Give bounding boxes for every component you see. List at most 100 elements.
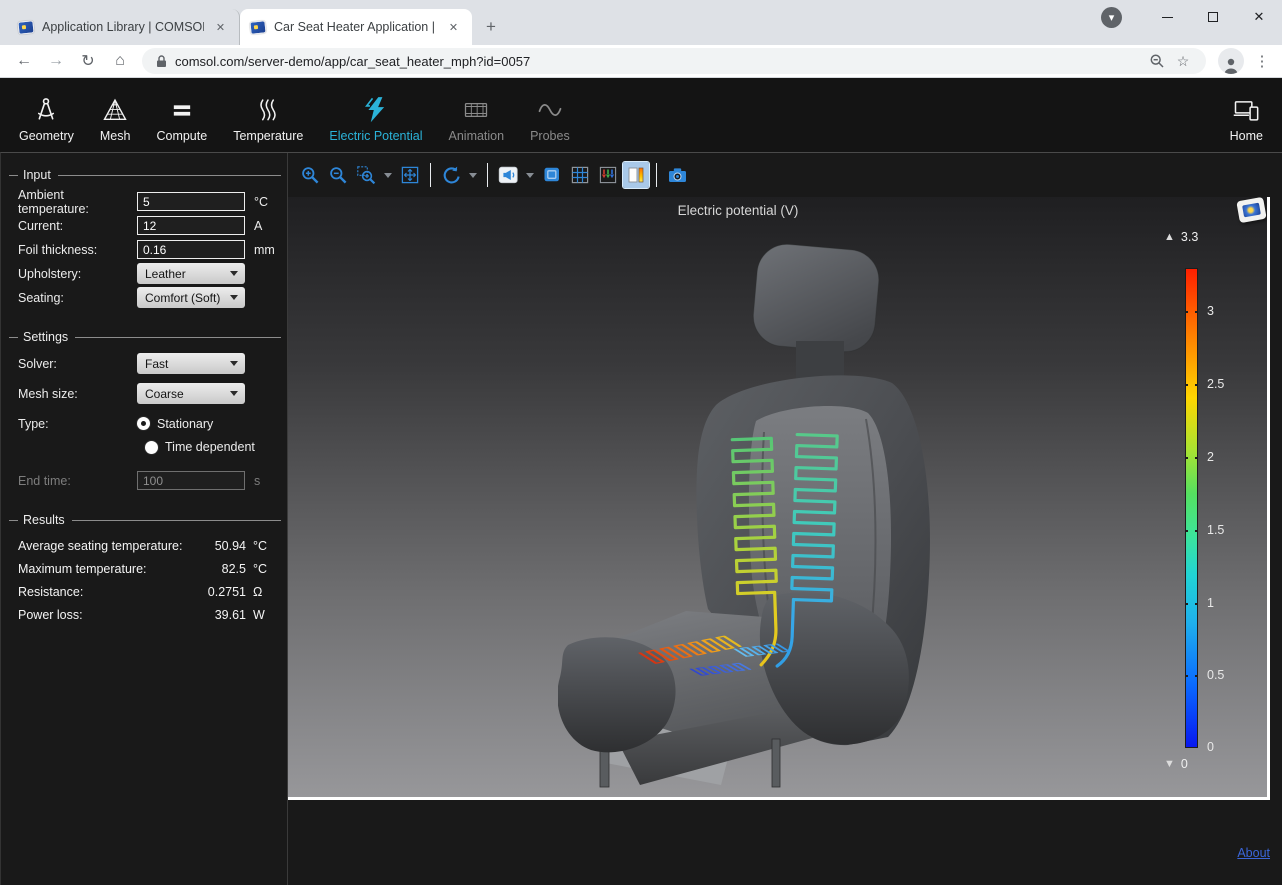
settings-section-title: Settings <box>9 330 281 344</box>
comsol-logo-button[interactable] <box>1236 197 1266 223</box>
browser-update-icon[interactable]: ▾ <box>1101 7 1122 28</box>
ribbon-home-button[interactable]: Home <box>1217 78 1276 152</box>
browser-address-bar: ← → ↻ ⌂ comsol.com/server-demo/app/car_s… <box>0 45 1282 78</box>
solver-row: Solver: Fast <box>18 352 279 375</box>
mesh-size-select[interactable]: Coarse <box>137 383 245 404</box>
legend-max-value: 3.3 <box>1181 230 1198 244</box>
field-label: Mesh size: <box>18 387 137 401</box>
url-text[interactable]: comsol.com/server-demo/app/car_seat_heat… <box>175 54 1144 69</box>
tab-application-library[interactable]: Application Library | COMSOL Se ✕ <box>8 9 240 45</box>
ribbon-electric-potential-button[interactable]: Electric Potential <box>316 78 435 152</box>
comsol-favicon-icon <box>249 20 266 35</box>
legend-tick: 1.5 <box>1207 523 1224 537</box>
profile-avatar[interactable] <box>1218 48 1244 74</box>
results-section-title: Results <box>9 513 281 527</box>
chevron-down-icon <box>230 391 238 396</box>
toolbar-separator <box>656 163 657 187</box>
solver-select[interactable]: Fast <box>137 353 245 374</box>
legend-min: ▼ 0 <box>1164 757 1188 771</box>
select-value: Coarse <box>145 387 184 401</box>
ribbon-compute-button[interactable]: Compute <box>143 78 220 152</box>
back-icon[interactable]: ← <box>10 47 38 75</box>
tab-close-icon[interactable]: ✕ <box>212 19 229 36</box>
select-value: Fast <box>145 357 168 371</box>
electric-potential-bolt-icon <box>361 93 391 127</box>
ribbon-mesh-button[interactable]: Mesh <box>87 78 144 152</box>
ribbon-animation-button: Animation <box>436 78 518 152</box>
plot-canvas-3d-view[interactable]: Electric potential (V) <box>288 197 1270 800</box>
transparency-button[interactable] <box>539 162 565 188</box>
field-label: Foil thickness: <box>18 243 137 257</box>
scene-light-dropdown-icon[interactable] <box>526 173 534 178</box>
foil-thickness-input[interactable] <box>137 240 245 259</box>
url-omnibox[interactable]: comsol.com/server-demo/app/car_seat_heat… <box>142 48 1206 74</box>
browser-home-icon[interactable]: ⌂ <box>106 47 134 75</box>
tab-car-seat-heater[interactable]: Car Seat Heater Application | CO ✕ <box>240 9 472 45</box>
field-label: Current: <box>18 219 137 233</box>
seating-select[interactable]: Comfort (Soft) <box>137 287 245 308</box>
geometry-icon <box>31 93 61 127</box>
result-unit: °C <box>253 562 279 576</box>
reload-icon[interactable]: ↻ <box>74 47 102 75</box>
ribbon-temperature-button[interactable]: Temperature <box>220 78 316 152</box>
zoom-box-dropdown-icon[interactable] <box>384 173 392 178</box>
legend-max-marker-icon: ▲ <box>1164 231 1175 243</box>
legend-tick: 0.5 <box>1207 668 1224 682</box>
mesh-size-row: Mesh size: Coarse <box>18 382 279 405</box>
upholstery-row: Upholstery: Leather <box>18 262 279 285</box>
new-tab-button[interactable]: + <box>478 14 504 40</box>
result-row: Maximum temperature: 82.5 °C <box>18 558 279 580</box>
field-unit: mm <box>254 243 275 257</box>
result-value: 0.2751 <box>184 585 246 599</box>
window-maximize-button[interactable] <box>1190 2 1236 32</box>
select-value: Comfort (Soft) <box>145 291 220 305</box>
seating-row: Seating: Comfort (Soft) <box>18 286 279 309</box>
scene-light-button[interactable] <box>495 162 521 188</box>
legend-tick: 1 <box>1207 596 1214 610</box>
input-section-title: Input <box>9 168 281 182</box>
image-snapshot-button[interactable] <box>664 162 690 188</box>
window-minimize-button[interactable] <box>1144 2 1190 32</box>
radio-unselected-icon[interactable] <box>145 441 158 454</box>
legend-tick: 2.5 <box>1207 377 1224 391</box>
result-unit: °C <box>253 539 279 553</box>
zoom-extents-button[interactable] <box>397 162 423 188</box>
browser-menu-icon[interactable]: ⋮ <box>1250 52 1274 70</box>
field-unit: s <box>254 474 260 488</box>
show-grid-button[interactable] <box>567 162 593 188</box>
app-content: Input Ambient temperature: °C Current: A… <box>0 152 1282 885</box>
car-seat-3d-model <box>558 237 998 797</box>
zoom-out-button[interactable] <box>325 162 351 188</box>
about-link[interactable]: About <box>1237 846 1270 860</box>
reset-view-button[interactable] <box>438 162 464 188</box>
plot-title: Electric potential (V) <box>288 203 1188 218</box>
material-color-button[interactable] <box>595 162 621 188</box>
select-value: Leather <box>145 267 186 281</box>
ribbon-geometry-button[interactable]: Geometry <box>6 78 87 152</box>
temperature-waves-icon <box>253 93 283 127</box>
field-label: Type: <box>18 417 137 431</box>
result-value: 39.61 <box>184 608 246 622</box>
lock-icon <box>156 55 167 68</box>
page-bottom-strip <box>0 885 1282 891</box>
reset-view-dropdown-icon[interactable] <box>469 173 477 178</box>
legend-tick: 3 <box>1207 304 1214 318</box>
ambient-temperature-input[interactable] <box>137 192 245 211</box>
tab-close-icon[interactable]: ✕ <box>445 19 462 36</box>
zoom-in-button[interactable] <box>297 162 323 188</box>
bookmark-star-icon[interactable]: ☆ <box>1170 49 1196 73</box>
window-close-button[interactable]: ✕ <box>1236 2 1282 32</box>
current-input[interactable] <box>137 216 245 235</box>
toolbar-separator <box>430 163 431 187</box>
show-color-legend-button[interactable] <box>623 162 649 188</box>
zoom-box-button[interactable] <box>353 162 379 188</box>
chevron-down-icon <box>230 295 238 300</box>
result-row: Average seating temperature: 50.94 °C <box>18 535 279 557</box>
forward-icon[interactable]: → <box>42 47 70 75</box>
time-dependent-radio-option[interactable]: Time dependent <box>145 436 279 458</box>
upholstery-select[interactable]: Leather <box>137 263 245 284</box>
stationary-radio-option[interactable]: Stationary <box>137 413 213 435</box>
app-ribbon: Geometry Mesh Compute Temperature Electr… <box>0 78 1282 152</box>
radio-selected-icon[interactable] <box>137 417 150 430</box>
zoom-indicator-icon[interactable] <box>1144 49 1170 73</box>
